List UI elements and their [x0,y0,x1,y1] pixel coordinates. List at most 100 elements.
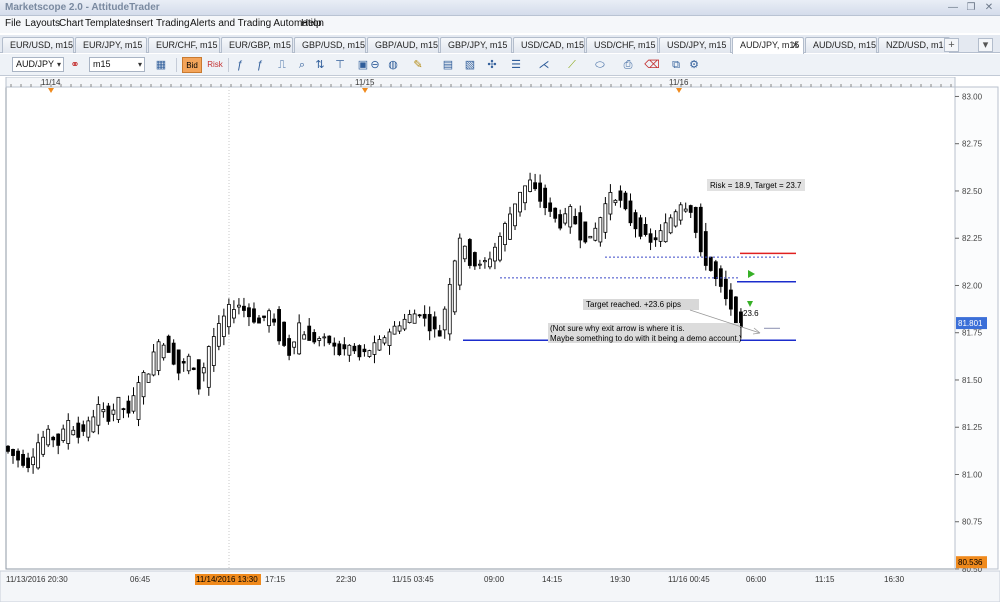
trend-line-icon[interactable]: ⟋ [564,57,580,73]
tab-eur-jpy-m15[interactable]: EUR/JPY, m15 [75,37,147,53]
risk-button[interactable]: Risk [205,57,225,73]
chart-area[interactable]: 83.00 82.75 82.50 82.25 82.00 81.75 81.50 81.25… [0,77,1000,602]
close-window-button[interactable]: ✕ [980,1,998,14]
candle-body [186,355,191,372]
candle-body [548,202,553,212]
zoom-out-icon[interactable]: ⊖ [367,57,383,73]
tab-aud-usd-m15[interactable]: AUD/USD, m15 [805,37,877,53]
measure-icon[interactable]: ⊤ [332,57,348,73]
zoom-icon[interactable]: ⌕ [294,57,310,73]
candle-body [528,179,532,192]
tab-usd-chf-m15[interactable]: USD/CHF, m15 [586,37,658,53]
candle-body [573,216,578,225]
candle-body [467,239,472,266]
candle-body [683,208,688,212]
menu-item-help[interactable]: Help [301,18,322,29]
tools-icon[interactable]: ⇅ [312,57,328,73]
candle-body [472,252,477,267]
pencil-icon[interactable]: ✎ [410,57,426,73]
layout-icon[interactable]: ⧉ [668,57,684,73]
tab-gbp-aud-m15[interactable]: GBP/AUD, m15 [367,37,439,53]
lines-icon[interactable]: ☰ [508,57,524,73]
minimize-button[interactable]: — [944,1,962,14]
candle-body [262,315,266,318]
low-price-label: 80.536 [958,558,983,567]
fibonacci-icon[interactable]: ⋌ [536,57,552,73]
study-icon[interactable]: ⎍ [274,57,290,73]
candle-body [462,245,467,260]
candle-body [111,409,116,415]
candle-body [16,450,20,461]
print-icon[interactable]: ⎙ [620,57,636,73]
tab-nzd-usd-m15[interactable]: NZD/USD, m15 [878,37,950,53]
candle-body [21,453,25,466]
candle-body [558,214,563,229]
restore-button[interactable]: ❐ [962,1,980,14]
menu-item-insert[interactable]: Insert [128,18,153,29]
candle-body [392,325,397,335]
menu-item-file[interactable]: File [5,18,21,29]
menu-item-chart[interactable]: Chart [59,18,83,29]
tab-eur-chf-m15[interactable]: EUR/CHF, m15 [148,37,220,53]
tab-aud-jpy-m15[interactable]: AUD/JPY, m15 ✕ [732,37,804,54]
chevron-down-icon: ▾ [56,60,61,69]
tab-list-button[interactable]: ▾ [978,38,993,52]
chart-tab-bar: EUR/USD, m15 EUR/JPY, m15 EUR/CHF, m15 EUR/… [0,35,1000,54]
candle-body [146,373,151,383]
menu-item-templates[interactable]: Templates [85,18,131,29]
shape-icon[interactable]: ⬭ [592,57,608,73]
plot-area[interactable] [5,86,956,570]
globe-icon[interactable]: ◍ [385,57,401,73]
candle-body [297,322,302,355]
candle-body [713,261,718,280]
candle-body [583,221,588,243]
pips-label: 23.6 [743,309,759,318]
tab-eur-usd-m15[interactable]: EUR/USD, m15 [2,37,74,53]
tab-gbp-usd-m15[interactable]: GBP/USD, m15 [294,37,366,53]
x-tick-label: 06:00 [746,575,767,584]
candle-body [498,235,502,261]
indicator-icon[interactable]: ƒ [232,57,248,73]
tab-gbp-jpy-m15[interactable]: GBP/JPY, m15 [440,37,512,53]
y-tick-label: 80.75 [962,518,983,527]
menu-bar: File Layouts Chart Templates Insert Trading Al… [0,16,1000,33]
candle-body [648,233,653,243]
add-tab-button[interactable]: + [944,38,959,52]
candle-body [633,212,638,230]
menu-item-trading[interactable]: Trading [156,18,190,29]
tab-usd-jpy-m15[interactable]: USD/JPY, m15 [659,37,731,53]
tab-usd-cad-m15[interactable]: USD/CAD, m15 [513,37,585,53]
y-tick-label: 82.00 [962,281,983,290]
candle-body [618,190,623,201]
chart-type-icon[interactable]: ▦ [153,57,169,73]
candle-body [126,400,131,414]
candle-body [387,331,392,346]
save-image-icon[interactable]: ▤ [440,57,456,73]
candle-body [231,309,236,319]
candle-body [698,206,703,253]
price-chart[interactable]: 83.00 82.75 82.50 82.25 82.00 81.75 81.50 81.25… [0,77,1000,602]
date-marker-label: 11/15 [355,78,375,87]
candle-body [432,316,437,330]
candle-body [61,428,66,441]
timeframe-select[interactable]: m15 ▾ [89,57,145,72]
eraser-icon[interactable]: ⌫ [644,57,660,73]
menu-item-layouts[interactable]: Layouts [25,18,60,29]
x-tick-label: 22:30 [336,575,357,584]
link-icon[interactable]: ⚭ [67,57,83,73]
candle-body [26,457,30,469]
tab-eur-gbp-m15[interactable]: EUR/GBP, m15 [221,37,293,53]
signal-icon[interactable]: ƒ [252,57,268,73]
settings-icon[interactable]: ⚙ [686,57,702,73]
candle-body [166,335,171,353]
close-tab-icon[interactable]: ✕ [791,38,799,52]
tab-label: AUD/JPY, m15 [740,40,800,50]
bid-button[interactable]: Bid [182,57,202,73]
candle-body [51,436,56,441]
template-icon[interactable]: ▧ [462,57,478,73]
candle-body [442,308,447,331]
symbol-select[interactable]: AUD/JPY ▾ [12,57,64,72]
crosshair-icon[interactable]: ✣ [484,57,500,73]
candle-body [603,203,608,233]
toolbar-separator [176,58,177,72]
